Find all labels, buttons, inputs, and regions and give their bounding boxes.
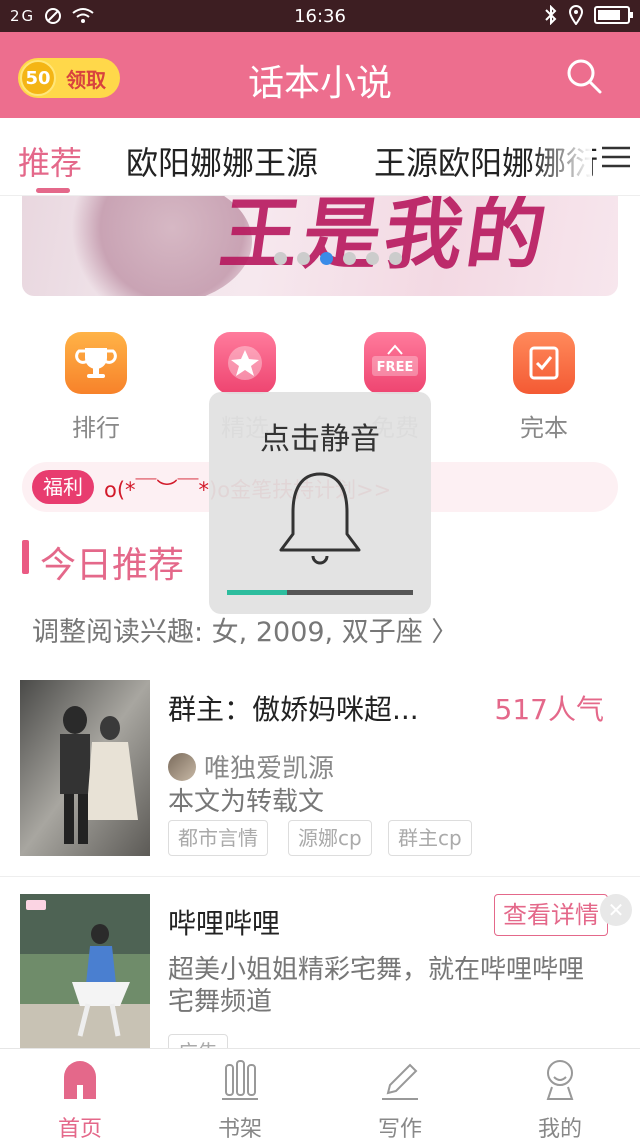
book-popularity: 517人气: [494, 693, 604, 726]
book-author[interactable]: 唯独爱凯源: [168, 748, 334, 785]
completed-label: 完本: [520, 414, 568, 442]
status-right: [544, 5, 633, 25]
book-title: 群主：傲娇妈咪超...: [168, 693, 419, 726]
profile-icon: [546, 1060, 574, 1100]
location-icon: [568, 5, 584, 25]
bookshelf-icon: [222, 1060, 258, 1100]
mute-toast[interactable]: 点击静音: [209, 392, 431, 614]
ad-title: 哔哩哔哩: [168, 907, 281, 940]
tabs-fade: [532, 118, 592, 195]
close-ad-icon[interactable]: ✕: [600, 894, 632, 926]
carousel-dot[interactable]: [320, 252, 333, 265]
view-details-button[interactable]: 查看详情: [494, 894, 608, 936]
welfare-badge: 福利: [32, 470, 94, 504]
tab-active-indicator: [36, 188, 70, 193]
bell-icon: [279, 472, 361, 565]
banner-title: 王是我的: [214, 196, 556, 280]
status-bar: 2G 16:36: [0, 0, 640, 32]
carousel-dot[interactable]: [366, 252, 379, 265]
pen-icon: [382, 1063, 418, 1100]
adjust-interest-link[interactable]: 调整阅读兴趣: 女, 2009, 双子座 〉: [32, 610, 458, 649]
ad-description: 超美小姐姐精彩宅舞，就在哔哩哔哩 宅舞频道: [168, 954, 628, 1018]
volume-fill: [227, 590, 287, 595]
category-tabs: 推荐 欧阳娜娜王源 王源欧阳娜娜衍: [0, 118, 640, 196]
trophy-icon: [65, 332, 127, 394]
home-icon: [64, 1061, 96, 1099]
section-marker: [22, 540, 29, 574]
bluetooth-icon: [545, 5, 557, 25]
free-badge-text: FREE: [377, 360, 414, 375]
carousel-indicator: [274, 252, 402, 265]
nav-bookshelf-label: 书架: [217, 1117, 262, 1138]
ad-description-line: 宅舞频道: [168, 987, 273, 1017]
ad-description-line: 超美小姐姐精彩宅舞，就在哔哩哔哩: [168, 955, 585, 985]
nav-write-label: 写作: [377, 1117, 422, 1138]
carousel-dot[interactable]: [343, 252, 356, 265]
free-icon: FREE: [364, 332, 426, 394]
tab-ouyang-nana-wangyuan[interactable]: 欧阳娜娜王源: [126, 138, 318, 184]
author-name: 唯独爱凯源: [204, 754, 335, 784]
star-icon: [214, 332, 276, 394]
nav-home-label: 首页: [57, 1117, 102, 1138]
rank-entry[interactable]: 排行: [46, 332, 146, 443]
book-tag[interactable]: 群主cp: [388, 820, 472, 856]
book-description: 本文为转载文: [168, 787, 325, 817]
nav-home[interactable]: 首页: [30, 1057, 130, 1138]
mute-title: 点击静音: [260, 422, 380, 457]
book-tag[interactable]: 源娜cp: [288, 820, 372, 856]
battery-icon: [594, 6, 633, 24]
nav-bookshelf[interactable]: 书架: [190, 1057, 290, 1138]
bottom-navigation: 首页 书架 写作 我的: [0, 1048, 640, 1138]
nav-write[interactable]: 写作: [350, 1057, 450, 1138]
author-avatar: [168, 752, 196, 781]
app-header: 50 领取 话本小说: [0, 32, 640, 118]
menu-icon[interactable]: [598, 142, 632, 172]
check-book-icon: [513, 332, 575, 394]
nav-profile-label: 我的: [537, 1117, 582, 1138]
search-icon[interactable]: [566, 58, 602, 94]
carousel-dot[interactable]: [297, 252, 310, 265]
volume-bar[interactable]: [227, 590, 413, 595]
app-title: 话本小说: [247, 63, 392, 104]
carousel-dot[interactable]: [389, 252, 402, 265]
divider: [0, 876, 640, 877]
nav-profile[interactable]: 我的: [510, 1057, 610, 1138]
ad-cover: [20, 894, 150, 1048]
tab-recommend[interactable]: 推荐: [18, 138, 82, 184]
book-tag[interactable]: 都市言情: [168, 820, 268, 856]
book-cover: [20, 680, 150, 856]
section-title: 今日推荐: [40, 545, 185, 586]
carousel-dot[interactable]: [274, 252, 287, 265]
rank-label: 排行: [72, 414, 120, 442]
completed-entry[interactable]: 完本: [494, 332, 594, 443]
banner-carousel[interactable]: 王是我的: [22, 196, 618, 296]
